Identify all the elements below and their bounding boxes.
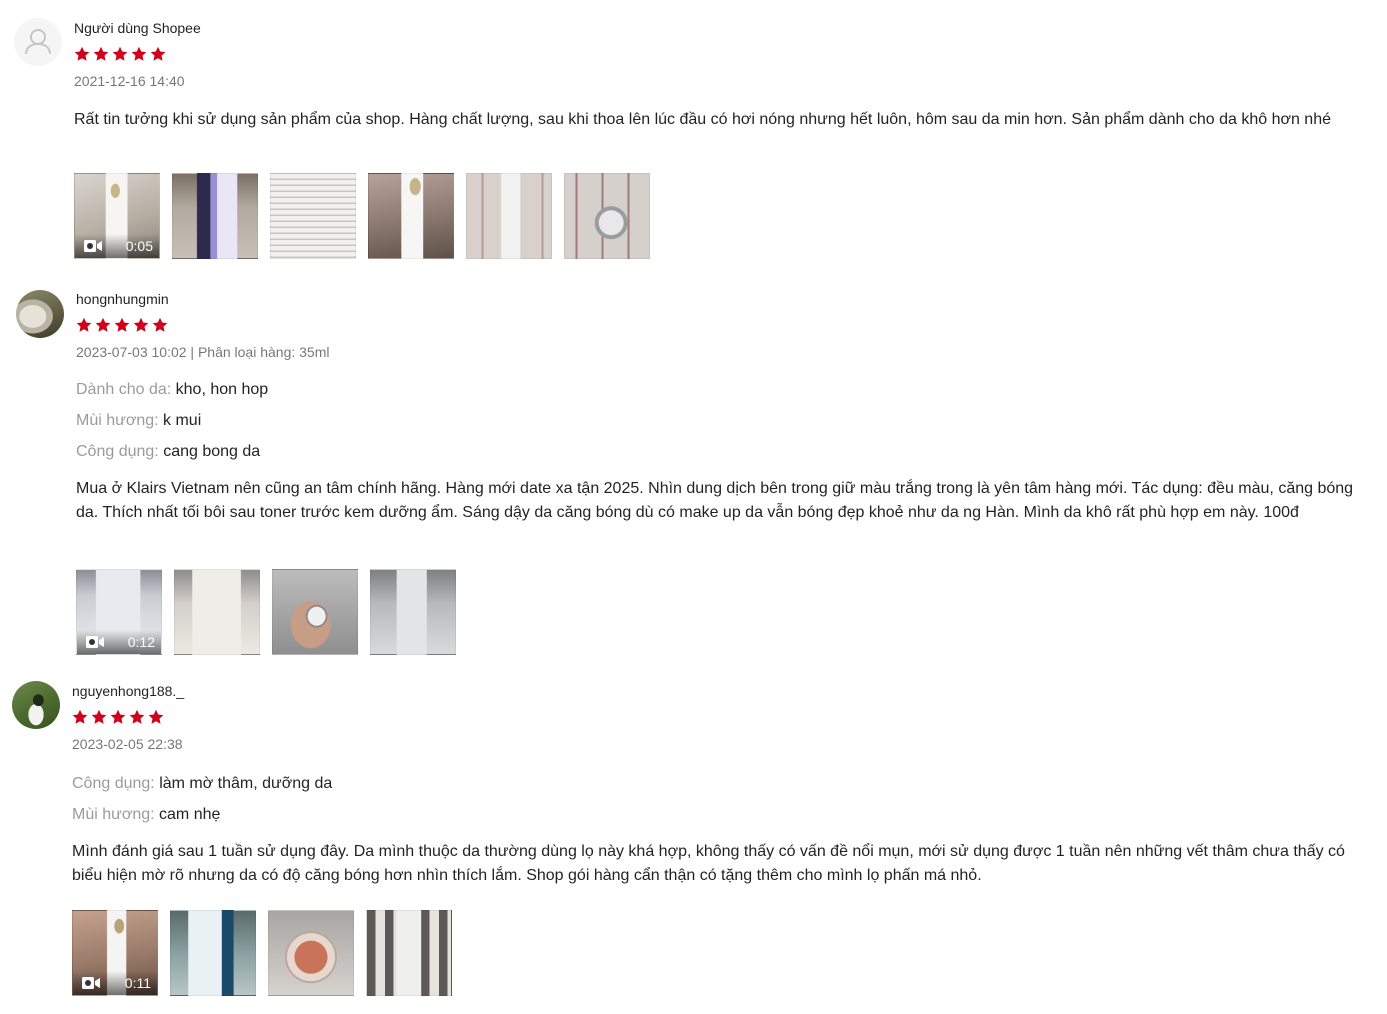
video-badge: 0:11 [73,971,157,995]
review-meta: 2023-07-03 10:02 | Phân loại hàng: 35ml [76,344,330,360]
rating-stars [74,46,1371,63]
video-camera-icon [84,240,102,252]
review-attribute: Công dụng: làm mờ thâm, dưỡng da [72,774,1371,794]
review-username[interactable]: nguyenhong188._ [72,682,184,700]
video-duration: 0:05 [125,238,153,254]
star-icon [131,46,147,61]
video-camera-icon [86,636,104,648]
attribute-label: Dành cho da: [76,381,172,398]
video-badge: 0:12 [77,630,161,654]
review-comment: Mình đánh giá sau 1 tuần sử dụng đây. Da… [72,843,1345,884]
review-image-thumbnail[interactable] [270,173,356,259]
review-meta: 2021-12-16 14:40 [74,73,185,89]
user-placeholder-icon [25,29,51,55]
review-image-thumbnail[interactable] [170,910,256,996]
review-video-thumbnail[interactable]: 0:12 [76,569,162,655]
review-media-list: 0:12 [76,569,456,655]
review-image-thumbnail[interactable] [268,910,354,996]
star-icon [114,317,130,332]
video-duration: 0:12 [127,634,155,650]
attribute-value: làm mờ thâm, dưỡng da [159,775,333,792]
review-username[interactable]: hongnhungmin [76,290,169,308]
review-comment: Rất tin tưởng khi sử dụng sản phẩm của s… [74,111,1331,128]
star-icon [150,46,166,61]
review-meta: 2023-02-05 22:38 [72,736,183,752]
video-camera-icon [82,977,100,989]
review-video-thumbnail[interactable]: 0:11 [72,910,158,996]
rating-stars [76,317,1371,334]
attribute-value: kho, hon hop [175,381,269,398]
review-image-thumbnail[interactable] [174,569,260,655]
star-icon [133,317,149,332]
star-icon [74,46,90,61]
video-duration: 0:11 [124,975,151,991]
review-media-list: 0:05 [74,173,650,259]
review-image-thumbnail[interactable] [272,569,358,655]
attribute-value: cang bong da [163,443,261,460]
avatar[interactable] [12,681,60,729]
attribute-label: Công dụng: [72,775,155,792]
attribute-value: cam nhẹ [159,806,221,823]
review-media-list: 0:11 [72,910,452,996]
video-badge: 0:05 [75,234,159,258]
star-icon [91,709,107,724]
star-icon [110,709,126,724]
attribute-label: Mùi hương: [76,412,159,429]
star-icon [95,317,111,332]
review-attribute: Mùi hương: cam nhẹ [72,805,1371,825]
star-icon [76,317,92,332]
review-image-thumbnail[interactable] [466,173,552,259]
review-attribute: Mùi hương: k mui [76,411,1371,431]
review-attribute: Công dụng: cang bong da [76,442,1371,462]
star-icon [112,46,128,61]
review-attribute: Dành cho da: kho, hon hop [76,380,1371,400]
star-icon [129,709,145,724]
review-image-thumbnail[interactable] [366,910,452,996]
review-comment: Mua ở Klairs Vietnam nên cũng an tâm chí… [76,480,1354,521]
attribute-value: k mui [163,412,202,429]
star-icon [148,709,164,724]
star-icon [72,709,88,724]
avatar[interactable] [14,18,62,66]
review-image-thumbnail[interactable] [368,173,454,259]
attribute-label: Mùi hương: [72,806,155,823]
review-image-thumbnail[interactable] [564,173,650,259]
review-username[interactable]: Người dùng Shopee [74,19,201,37]
star-icon [152,317,168,332]
avatar[interactable] [16,290,64,338]
review-image-thumbnail[interactable] [370,569,456,655]
review-video-thumbnail[interactable]: 0:05 [74,173,160,259]
review-image-thumbnail[interactable] [172,173,258,259]
attribute-label: Công dụng: [76,443,159,460]
star-icon [93,46,109,61]
rating-stars [72,709,1371,726]
